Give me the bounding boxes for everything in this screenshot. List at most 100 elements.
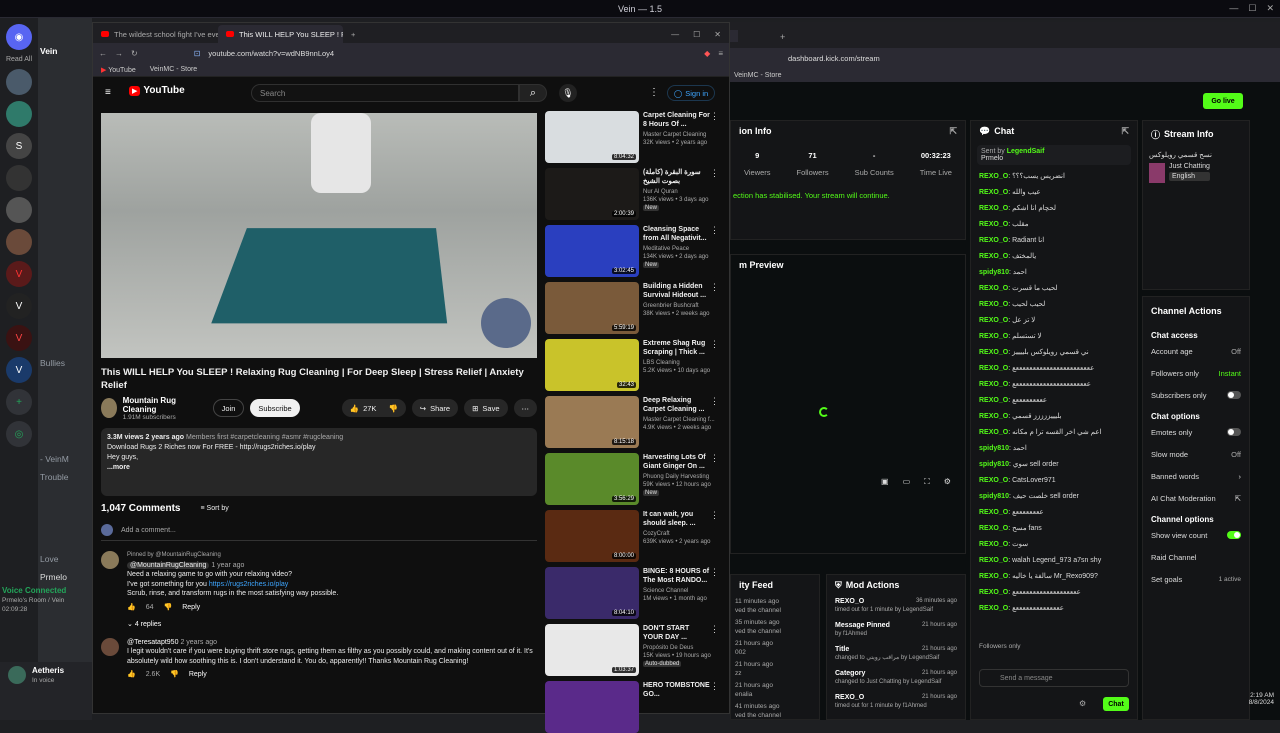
thumbs-down-icon[interactable]: 👎 bbox=[388, 404, 397, 413]
chat-message[interactable]: REXO_O: انضريس يسب؟؟؟ bbox=[979, 169, 1129, 185]
recommended-video[interactable]: 1:03:37 DON'T START YOUR DAY ... Propósito… bbox=[545, 624, 721, 676]
maximize-icon[interactable]: ☐ bbox=[1248, 3, 1256, 14]
raid-channel-row[interactable]: Raid Channel bbox=[1151, 546, 1241, 568]
recommended-video[interactable]: 8:04:10 BINGE: 8 HOURS of The Most RANDO.… bbox=[545, 567, 721, 619]
more-icon[interactable]: ⋮ bbox=[710, 168, 719, 179]
chat-username[interactable]: REXO_O bbox=[979, 429, 1008, 436]
chat-username[interactable]: REXO_O bbox=[979, 205, 1008, 212]
read-all-label[interactable]: Read All bbox=[0, 56, 38, 63]
vein-server-icon[interactable]: V bbox=[6, 293, 32, 319]
server-icon[interactable]: V bbox=[6, 325, 32, 351]
comment-author[interactable]: @Teresatapt950 bbox=[127, 639, 178, 646]
recommended-video[interactable]: 8:15:18 Deep Relaxing Carpet Cleaning ...… bbox=[545, 396, 721, 448]
channel-name[interactable]: Phuong Daily Harvesting bbox=[643, 473, 715, 481]
channel-name[interactable]: Science Channel bbox=[643, 587, 715, 595]
pip-icon[interactable]: ▣ bbox=[881, 477, 889, 487]
chat-username[interactable]: spidy810 bbox=[979, 269, 1009, 276]
chat-username[interactable]: REXO_O bbox=[979, 173, 1008, 180]
search-button[interactable]: ⌕ bbox=[519, 84, 547, 102]
show-view-count-row[interactable]: Show view count bbox=[1151, 524, 1241, 546]
server-icon[interactable]: V bbox=[6, 357, 32, 383]
chat-message[interactable]: REXO_O: لا تز عل bbox=[979, 313, 1129, 329]
account-age-row[interactable]: Account age Off bbox=[1151, 340, 1241, 362]
chat-username[interactable]: REXO_O bbox=[979, 317, 1008, 324]
recommended-video[interactable]: 5:59:19 Building a Hidden Survival Hideou… bbox=[545, 282, 721, 334]
chat-username[interactable]: REXO_O bbox=[979, 525, 1008, 532]
more-icon[interactable]: ⋮ bbox=[710, 111, 719, 122]
thumbs-up-icon[interactable]: 👍 bbox=[127, 670, 136, 680]
more-icon[interactable]: ⋮ bbox=[710, 225, 719, 236]
more-icon[interactable]: ⋮ bbox=[710, 453, 719, 464]
thumbs-up-icon[interactable]: 👍 bbox=[127, 603, 136, 613]
ai-moderation-row[interactable]: AI Chat Moderation ⇱ bbox=[1151, 487, 1241, 509]
chat-username[interactable]: REXO_O bbox=[979, 397, 1008, 404]
send-message-input[interactable]: Send a message bbox=[979, 669, 1129, 687]
chat-username[interactable]: REXO_O bbox=[979, 333, 1008, 340]
banned-words-row[interactable]: Banned words › bbox=[1151, 465, 1241, 487]
chat-username[interactable]: REXO_O bbox=[979, 477, 1008, 484]
url-bar[interactable]: dashboard.kick.com/stream bbox=[788, 54, 880, 63]
chat-username[interactable]: REXO_O bbox=[979, 365, 1008, 372]
video-title[interactable]: It can wait, you should sleep. ... bbox=[643, 510, 711, 528]
chat-username[interactable]: spidy810 bbox=[979, 445, 1009, 452]
show-more-link[interactable]: ...more bbox=[107, 463, 531, 473]
chat-message[interactable]: REXO_O: ني قسمي رويلوكس بلييييز bbox=[979, 345, 1129, 361]
chat-username[interactable]: spidy810 bbox=[979, 493, 1009, 500]
reply-button[interactable]: Reply bbox=[189, 670, 207, 680]
share-button[interactable]: ↪ Share bbox=[411, 399, 459, 417]
chat-message[interactable]: REXO_O: ععععععععع bbox=[979, 505, 1129, 521]
channel-name[interactable]: CozyCraft bbox=[643, 530, 715, 538]
slow-mode-row[interactable]: Slow mode Off bbox=[1151, 443, 1241, 465]
reload-icon[interactable]: ↻ bbox=[131, 49, 138, 58]
chat-message[interactable]: spidy810: خلصت حيف sell order bbox=[979, 489, 1129, 505]
chat-message[interactable]: REXO_O: عيب والله bbox=[979, 185, 1129, 201]
sort-by-button[interactable]: ≡ Sort by bbox=[200, 505, 228, 512]
mic-icon[interactable]: 🎙 bbox=[559, 84, 577, 102]
chat-username[interactable]: REXO_O bbox=[979, 349, 1008, 356]
recommended-video[interactable]: HERO TOMBSTONE GO... ⋮ bbox=[545, 681, 721, 733]
chat-message[interactable]: REXO_O: مقلب bbox=[979, 217, 1129, 233]
channel-item[interactable]: Prmelo bbox=[40, 572, 92, 582]
video-thumbnail[interactable]: 1:03:37 bbox=[545, 624, 639, 676]
channel-name[interactable]: Greenbrier Bushcraft bbox=[643, 302, 715, 310]
comment-link[interactable]: https://rugs2riches.io/play bbox=[209, 581, 288, 588]
chat-username[interactable]: REXO_O bbox=[979, 237, 1008, 244]
recommended-video[interactable]: 32:43 Extreme Shag Rug Scraping | Thick .… bbox=[545, 339, 721, 391]
maximize-icon[interactable]: ☐ bbox=[693, 30, 700, 39]
video-title[interactable]: Deep Relaxing Carpet Cleaning ... bbox=[643, 396, 711, 414]
go-live-button[interactable]: Go live bbox=[1203, 93, 1243, 109]
bookmark-icon[interactable]: ⊡ bbox=[194, 49, 201, 58]
add-server-icon[interactable]: + bbox=[6, 389, 32, 415]
thumbs-down-icon[interactable]: 👎 bbox=[164, 603, 173, 613]
chat-username[interactable]: REXO_O bbox=[979, 589, 1008, 596]
video-thumbnail[interactable]: 3:02:45 bbox=[545, 225, 639, 277]
chat-message[interactable]: REXO_O: سالفة يا خاليه Mr_Rexo909? bbox=[979, 569, 1129, 585]
more-icon[interactable]: ⋮ bbox=[649, 87, 659, 98]
chat-message[interactable]: REXO_O: CatsLover971 bbox=[979, 473, 1129, 489]
channel-item[interactable]: Bullies bbox=[40, 358, 92, 368]
youtube-logo[interactable]: ▶ YouTube bbox=[129, 85, 185, 96]
settings-icon[interactable]: ⚙ bbox=[944, 477, 951, 487]
server-name[interactable]: Vein bbox=[40, 46, 92, 56]
video-title[interactable]: Cleansing Space from All Negativit... bbox=[643, 225, 711, 243]
video-thumbnail[interactable]: 8:04:32 bbox=[545, 111, 639, 163]
chat-username[interactable]: REXO_O bbox=[979, 509, 1008, 516]
video-thumbnail[interactable]: 32:43 bbox=[545, 339, 639, 391]
channel-name[interactable]: Meditative Peace bbox=[643, 245, 715, 253]
chat-username[interactable]: REXO_O bbox=[979, 189, 1008, 196]
video-thumbnail[interactable]: 3:56:29 bbox=[545, 453, 639, 505]
channel-name[interactable]: Mountain Rug Cleaning bbox=[123, 396, 193, 414]
video-thumbnail[interactable] bbox=[545, 681, 639, 733]
chat-message[interactable]: spidy810: احمد bbox=[979, 441, 1129, 457]
video-title[interactable]: سورة البقرة (كاملة) بصوت الشيخ bbox=[643, 168, 711, 186]
recommended-video[interactable]: 2:00:39 سورة البقرة (كاملة) بصوت الشيخ Nur… bbox=[545, 168, 721, 220]
tab-rug-cleaning[interactable]: This WILL HELP You SLEEP ! Rela✕ bbox=[218, 25, 343, 43]
category-name[interactable]: Just Chatting bbox=[1169, 163, 1210, 170]
chat-message[interactable]: REXO_O: عععععععععععععععععععععععع bbox=[979, 361, 1129, 377]
minimize-icon[interactable]: — bbox=[671, 30, 679, 39]
video-title[interactable]: BINGE: 8 HOURS of The Most RANDO... bbox=[643, 567, 711, 585]
video-thumbnail[interactable]: 8:04:10 bbox=[545, 567, 639, 619]
channel-item[interactable]: Love bbox=[40, 554, 92, 564]
popout-icon[interactable]: ⇱ bbox=[1121, 126, 1129, 137]
settings-icon[interactable]: ⚙ bbox=[1079, 699, 1086, 708]
